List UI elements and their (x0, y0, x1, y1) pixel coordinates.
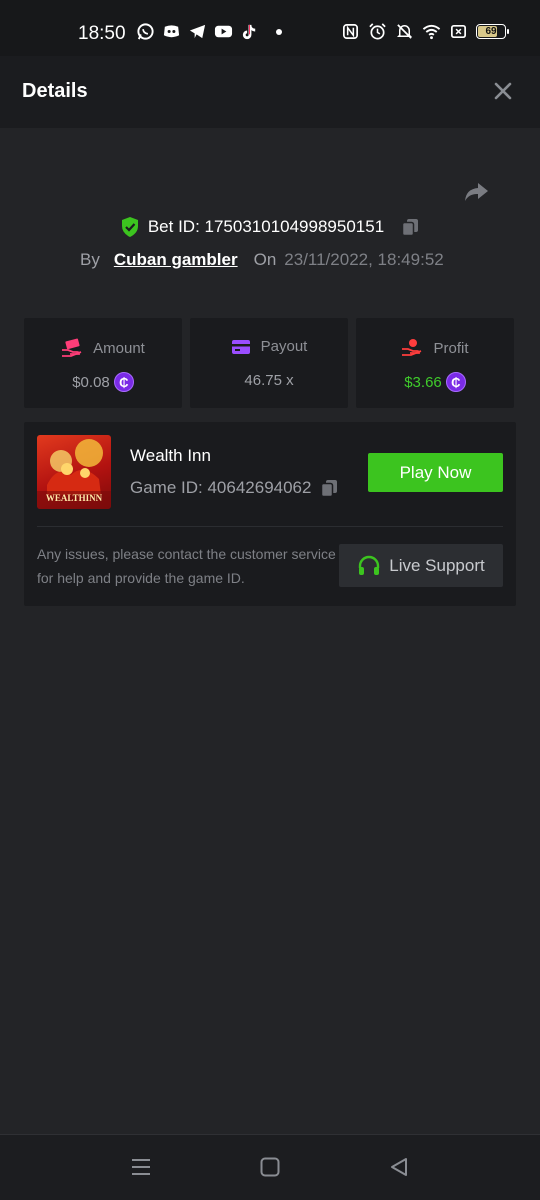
user-link[interactable]: Cuban gambler (114, 250, 238, 270)
play-now-button[interactable]: Play Now (368, 453, 503, 492)
payout-card: Payout 46.75 x (190, 318, 348, 408)
status-time: 18:50 (78, 23, 126, 44)
telegram-icon (189, 24, 206, 39)
home-square-icon (260, 1157, 280, 1177)
page-title: Details (22, 80, 88, 102)
coin-icon: ₵ (113, 372, 134, 392)
menu-lines-icon (132, 1159, 150, 1175)
copy-game-id-icon[interactable] (319, 478, 339, 498)
battery-level: 69 (485, 26, 497, 37)
amount-value: $0.08 (72, 373, 110, 391)
game-card: WEALTHINN Wealth Inn Game ID: 4064269406… (24, 422, 516, 606)
wifi-icon (422, 24, 441, 40)
support-notice: Any issues, please contact the customer … (37, 546, 336, 586)
amount-card: Amount $0.08 ₵ (24, 318, 182, 408)
bet-date: 23/11/2022, 18:49:52 (284, 250, 444, 269)
system-nav-bar (0, 1134, 540, 1200)
notification-icons (136, 22, 282, 41)
divider (37, 526, 503, 527)
by-label: By (80, 250, 100, 269)
mute-icon (396, 24, 413, 39)
home-button[interactable] (258, 1155, 282, 1179)
back-triangle-icon (391, 1158, 407, 1176)
close-box-icon (450, 24, 467, 39)
share-arrow-icon (465, 183, 488, 201)
coin-icon: ₵ (445, 372, 466, 392)
wealth-inn-artwork: WEALTHINN (37, 439, 111, 509)
profit-label: Profit (433, 339, 469, 357)
game-thumb-text: WEALTHINN (46, 493, 103, 503)
card-icon (231, 339, 250, 354)
bet-id: Bet ID: 1750310104998950151 (147, 217, 385, 236)
discord-icon (163, 25, 180, 38)
live-support-button[interactable]: Live Support (339, 544, 503, 587)
close-icon (494, 82, 512, 100)
youtube-icon (214, 25, 233, 38)
profit-hand-icon (402, 339, 422, 356)
system-icons: 69 (341, 22, 509, 41)
recents-button[interactable] (129, 1155, 153, 1179)
details-header: Details (0, 56, 540, 128)
back-button[interactable] (387, 1155, 411, 1179)
nfc-icon (342, 23, 359, 40)
whatsapp-icon (137, 23, 154, 40)
profit-card: Profit $3.66 ₵ (356, 318, 514, 408)
share-button[interactable] (462, 178, 490, 206)
copy-bet-id-icon[interactable] (400, 217, 420, 237)
game-id: Game ID: 40642694062 (130, 478, 312, 497)
alarm-icon (369, 23, 386, 40)
game-id-row: Game ID: 40642694062 (130, 478, 339, 498)
game-thumbnail[interactable]: WEALTHINN (37, 435, 111, 509)
profit-value: $3.66 (404, 373, 442, 391)
close-button[interactable] (490, 78, 516, 104)
tiktok-icon (242, 24, 256, 40)
bet-id-row: Bet ID: 1750310104998950151 (0, 216, 540, 238)
payout-label: Payout (260, 338, 308, 355)
on-label: On (253, 250, 277, 269)
bet-meta-row: By Cuban gambler On 23/11/2022, 18:49:52 (80, 250, 444, 270)
battery-indicator: 69 (476, 24, 509, 39)
verified-shield-icon (121, 217, 138, 237)
payout-value: 46.75 x (244, 372, 294, 389)
live-support-label: Live Support (389, 555, 485, 575)
money-hand-icon (62, 338, 82, 357)
game-name: Wealth Inn (130, 446, 211, 465)
more-dot (276, 28, 282, 35)
headset-icon (359, 555, 380, 575)
amount-label: Amount (93, 339, 145, 357)
status-bar: 18:50 69 (0, 0, 540, 56)
